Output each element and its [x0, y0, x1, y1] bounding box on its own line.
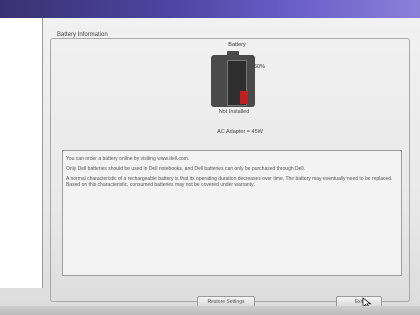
battery-info-textbox: You can order a battery online by visiti…	[62, 150, 402, 276]
ac-adapter-info: AC Adapter = 45W	[217, 129, 263, 135]
settings-tree-pane[interactable]	[0, 18, 43, 288]
battery-charge-level	[240, 91, 248, 104]
bottom-bezel	[0, 306, 420, 315]
battery-percent: 60%	[254, 64, 266, 70]
info-line-order: You can order a battery online by visiti…	[66, 156, 190, 162]
info-line-dell-only: Only Dell batteries should be used in De…	[66, 166, 306, 172]
battery-label: Battery	[228, 42, 246, 48]
info-line-characteristic: A normal characteristic of a rechargeabl…	[66, 176, 393, 188]
battery-status: Not Installed	[218, 109, 250, 115]
group-title: Battery Information	[54, 32, 111, 38]
